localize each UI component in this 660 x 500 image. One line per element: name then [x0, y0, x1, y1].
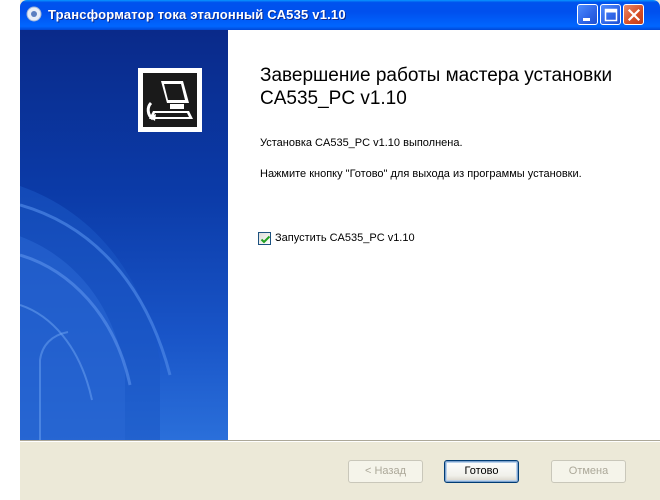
wizard-side-banner	[20, 30, 228, 440]
computer-install-icon	[138, 68, 202, 132]
launch-checkbox-label[interactable]: Запустить CA535_PC v1.10	[275, 232, 415, 244]
back-button[interactable]: < Назад	[348, 460, 423, 483]
minimize-icon	[583, 18, 590, 21]
finish-button[interactable]: Готово	[444, 460, 519, 483]
installer-icon	[26, 6, 42, 22]
minimize-button[interactable]	[577, 4, 598, 25]
checkmark-icon	[260, 235, 271, 244]
button-bar-divider-highlight	[20, 441, 660, 442]
maximize-button[interactable]	[600, 4, 621, 25]
window-title: Трансформатор тока эталонный СА535 v1.10	[48, 7, 346, 22]
launch-checkbox[interactable]	[258, 232, 271, 245]
maximize-icon	[604, 8, 618, 22]
installer-window: Трансформатор тока эталонный СА535 v1.10	[20, 0, 660, 500]
close-button[interactable]	[623, 4, 644, 25]
title-bar[interactable]: Трансформатор тока эталонный СА535 v1.10	[20, 0, 660, 30]
instruction-text: Нажмите кнопку "Готово" для выхода из пр…	[260, 168, 582, 180]
cancel-button[interactable]: Отмена	[551, 460, 626, 483]
page-title: Завершение работы мастера установки CA53…	[260, 65, 613, 109]
wizard-page: Завершение работы мастера установки CA53…	[20, 30, 660, 440]
close-icon	[627, 8, 641, 22]
status-text: Установка CA535_PC v1.10 выполнена.	[260, 137, 463, 149]
